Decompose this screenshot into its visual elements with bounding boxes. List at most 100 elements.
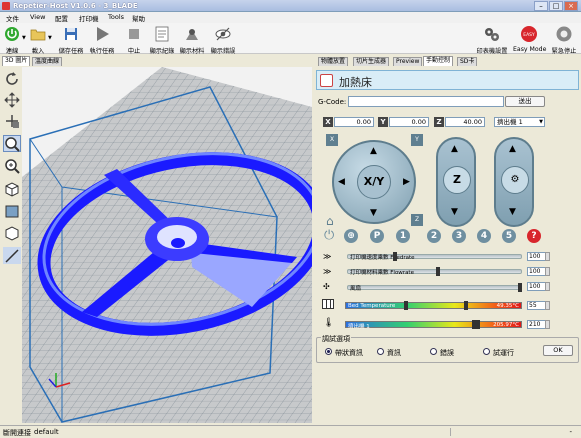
- tab-manual-control[interactable]: 手動控制: [423, 56, 454, 66]
- jog-x-minus-button[interactable]: ◀: [338, 177, 345, 187]
- extruder-temperature-bar[interactable]: 擠出機 1 205.97°C: [345, 320, 522, 330]
- jog-y-minus-button[interactable]: ▼: [370, 208, 377, 218]
- stop-button[interactable]: 中止: [126, 25, 142, 55]
- tab-object-placement[interactable]: 物體放置: [318, 57, 349, 66]
- move-tool[interactable]: [3, 91, 21, 108]
- minimize-button[interactable]: –: [534, 1, 548, 11]
- view-top-tool[interactable]: [3, 247, 21, 264]
- bed-target-spin[interactable]: [545, 301, 550, 310]
- home-y-icon[interactable]: Y: [411, 134, 423, 146]
- menu-printer[interactable]: 打印機: [79, 13, 99, 23]
- feedrate-label: 打印機速度乘數 Feedrate: [350, 255, 415, 261]
- view-side-tool[interactable]: [3, 224, 21, 241]
- feedrate-spin[interactable]: [545, 252, 550, 261]
- maximize-button[interactable]: □: [549, 1, 563, 11]
- debug-info-radio[interactable]: [377, 348, 384, 355]
- flowrate-slider[interactable]: 打印機材料乘數 Flowrate: [347, 267, 522, 276]
- extruder-target-marker[interactable]: [476, 320, 480, 329]
- tab-sd-card[interactable]: SD卡: [457, 57, 478, 66]
- gcode-label: G-Code:: [318, 98, 347, 106]
- feedrate-knob[interactable]: [393, 252, 397, 261]
- bed-current-marker: [404, 301, 408, 310]
- tab-preview[interactable]: Preview: [393, 57, 423, 66]
- show-log-button[interactable]: 顯示紀錄: [150, 25, 174, 55]
- extruder-jog-pad[interactable]: ▲ ⚙ ▼: [494, 137, 534, 227]
- power-icon[interactable]: ⏻: [324, 228, 334, 243]
- view-front-tool[interactable]: [3, 202, 21, 219]
- extruder-home-button[interactable]: ⚙: [501, 166, 529, 194]
- extrude-up-button[interactable]: ▲: [509, 144, 516, 154]
- show-filament-button[interactable]: 顯示材料: [180, 25, 204, 55]
- easy-mode-button[interactable]: EASY Easy Mode: [513, 25, 546, 53]
- fan-slider[interactable]: 風扇: [347, 283, 522, 292]
- extruder-1-button[interactable]: 1: [396, 229, 410, 243]
- fan-value[interactable]: 100: [527, 282, 546, 291]
- help-icon[interactable]: ?: [527, 229, 541, 243]
- send-button[interactable]: 送出: [505, 96, 545, 107]
- z-down-button[interactable]: ▼: [451, 207, 458, 217]
- close-button[interactable]: ×: [564, 1, 578, 11]
- home-z-small-icon[interactable]: Z: [411, 214, 423, 226]
- rotate-tool[interactable]: [3, 70, 21, 87]
- tab-temperature-curve[interactable]: 溫度曲線: [32, 57, 63, 66]
- zoom-fit-icon: [5, 159, 20, 174]
- extruder-target-spin[interactable]: [545, 320, 550, 329]
- show-errors-button[interactable]: 顯示錯誤: [211, 25, 235, 55]
- fan-toggle-icon[interactable]: ⊕: [344, 229, 358, 243]
- run-job-button[interactable]: 執行任務: [90, 25, 114, 55]
- debug-ok-button[interactable]: OK: [543, 345, 573, 356]
- view-iso-tool[interactable]: [3, 180, 21, 197]
- tab-3d-view[interactable]: 3D 圖片: [2, 56, 31, 66]
- menu-view[interactable]: View: [30, 13, 45, 21]
- 3d-viewport[interactable]: [22, 67, 312, 423]
- home-x-icon[interactable]: X: [326, 134, 338, 146]
- load-dropdown-icon[interactable]: ▼: [48, 35, 52, 41]
- bed-target-marker[interactable]: [464, 301, 468, 310]
- feedrate-value[interactable]: 100: [527, 252, 546, 261]
- menu-help[interactable]: 幫助: [132, 13, 145, 23]
- menu-file[interactable]: 文件: [6, 13, 19, 23]
- bed-target-value[interactable]: 55: [527, 301, 546, 310]
- park-button[interactable]: P: [370, 229, 384, 243]
- fan-spin[interactable]: [545, 282, 550, 291]
- gcode-input[interactable]: [348, 96, 504, 107]
- extruder-3-button[interactable]: 3: [452, 229, 466, 243]
- status-bar: 斷開連接 default -: [0, 425, 581, 438]
- printer-settings-icon: [485, 28, 499, 41]
- emergency-stop-button[interactable]: 緊急停止: [552, 25, 576, 55]
- debug-errors-radio[interactable]: [430, 348, 437, 355]
- save-job-button[interactable]: 儲存任務: [59, 25, 83, 55]
- move-object-tool[interactable]: [3, 112, 21, 129]
- zoom-tool[interactable]: [3, 135, 21, 152]
- zoom-fit-tool[interactable]: [3, 157, 21, 174]
- z-home-button[interactable]: Z: [443, 166, 471, 194]
- debug-echo-radio[interactable]: [325, 348, 332, 355]
- extruder-select[interactable]: 擠出機 1 ▼: [494, 117, 545, 127]
- extruder-2-button[interactable]: 2: [427, 229, 441, 243]
- connect-button[interactable]: 連線: [2, 25, 22, 55]
- home-all-icon[interactable]: ⌂: [326, 214, 334, 228]
- bed-temperature-bar[interactable]: Bed Temperature 49.35°C: [345, 301, 522, 310]
- menu-config[interactable]: 配置: [55, 13, 68, 23]
- printer-settings-button[interactable]: 印表機設置: [477, 25, 507, 55]
- menu-tools[interactable]: Tools: [108, 13, 124, 21]
- flowrate-knob[interactable]: [436, 267, 440, 276]
- debug-dryrun-radio[interactable]: [483, 348, 490, 355]
- z-jog-pad[interactable]: ▲ Z ▼: [436, 137, 476, 227]
- feedrate-slider[interactable]: 打印機速度乘數 Feedrate: [347, 252, 522, 261]
- load-button[interactable]: 載入: [30, 25, 46, 55]
- flowrate-value[interactable]: 100: [527, 267, 546, 276]
- xy-home-button[interactable]: X/Y: [357, 165, 391, 199]
- flowrate-spin[interactable]: [545, 267, 550, 276]
- fan-knob[interactable]: [518, 283, 522, 292]
- extruder-5-button[interactable]: 5: [502, 229, 516, 243]
- z-up-button[interactable]: ▲: [451, 144, 458, 154]
- xy-jog-pad[interactable]: ▲ ▼ ◀ ▶ X/Y: [332, 140, 416, 224]
- extruder-target-value[interactable]: 210: [527, 320, 546, 329]
- extrude-down-button[interactable]: ▼: [509, 207, 516, 217]
- connect-dropdown-icon[interactable]: ▼: [22, 35, 26, 41]
- jog-x-plus-button[interactable]: ▶: [403, 177, 410, 187]
- extruder-4-button[interactable]: 4: [477, 229, 491, 243]
- tab-slicer[interactable]: 切片生成器: [353, 57, 390, 66]
- jog-y-plus-button[interactable]: ▲: [370, 146, 377, 156]
